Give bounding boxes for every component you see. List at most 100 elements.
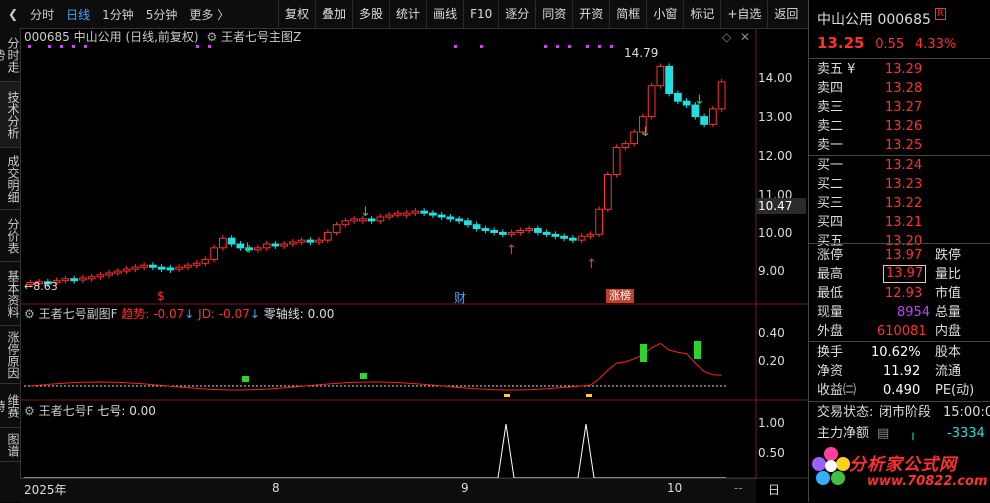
tick-button[interactable]: 逐分	[498, 0, 535, 28]
stat-row-low: 最低 12.93 市值	[809, 284, 990, 303]
signal-dot	[72, 45, 75, 48]
sub2-name[interactable]: 王者七号F	[39, 404, 94, 418]
signal-arrow: ↑	[506, 243, 517, 258]
ask-row-3: 卖三 13.27	[809, 98, 990, 117]
stat-label: 最低	[817, 286, 844, 301]
bid-price: 13.21	[885, 215, 923, 230]
statistics-button[interactable]: 统计	[389, 0, 426, 28]
signal-bar	[586, 394, 592, 397]
candle	[324, 231, 332, 241]
return-button[interactable]: 返回	[767, 0, 804, 28]
vtab-trades[interactable]: 成交明细	[0, 148, 20, 210]
list-icon[interactable]: ▤	[877, 424, 889, 443]
candle	[157, 266, 166, 270]
vtab-intraday[interactable]: 分时走势	[0, 28, 20, 82]
y-label-13: 13.00	[758, 110, 793, 124]
ask-label: 卖五 ¥	[817, 62, 856, 77]
candle	[149, 264, 157, 268]
tab-5min[interactable]: 5分钟	[140, 6, 184, 23]
settings-icon[interactable]: ⚙	[206, 30, 217, 44]
y-label-10: 10.00	[758, 226, 793, 240]
left-vertical-tabs: 分时走势 技术分析 成交明细 分价表 基本资料 涨停原因 维赛特 图谱	[0, 28, 21, 502]
simple-frame-button[interactable]: 简框	[609, 0, 646, 28]
tab-daily[interactable]: 日线	[60, 6, 96, 23]
candle	[542, 231, 551, 235]
main-indicator-name[interactable]: 王者七号主图Z	[221, 30, 301, 44]
mark-button[interactable]: 标记	[683, 0, 720, 28]
stat-value: 610081	[877, 324, 927, 339]
candle	[647, 85, 656, 118]
sub1-settings-icon[interactable]: ⚙	[24, 307, 35, 321]
back-icon[interactable]: ❮	[0, 7, 24, 21]
vtab-graph[interactable]: 图谱	[0, 428, 20, 462]
vtab-fundamentals[interactable]: 基本资料	[0, 262, 20, 326]
multi-stock-button[interactable]: 多股	[352, 0, 389, 28]
period-switch: ❮ 分时 日线 1分钟 5分钟 更多 〉	[0, 0, 235, 28]
candle	[96, 274, 105, 278]
candle	[297, 239, 306, 243]
small-window-button[interactable]: 小窗	[646, 0, 683, 28]
divider	[809, 58, 990, 59]
sub1-name[interactable]: 王者七号副图F	[39, 307, 118, 321]
ask-row-5: 卖五 ¥ 13.29	[809, 60, 990, 79]
signal-dot	[610, 45, 613, 48]
candle	[595, 208, 603, 235]
quote-stock-code: 000685	[877, 12, 931, 28]
x-more-icon[interactable]: --	[734, 481, 743, 495]
signal-bar	[694, 341, 701, 359]
signal-dot	[480, 45, 483, 48]
candle	[560, 235, 568, 239]
f10-button[interactable]: F10	[463, 0, 498, 28]
trade-time: 15:00:0	[943, 405, 990, 420]
signal-dot	[454, 45, 457, 48]
finance-marker[interactable]: 财	[454, 289, 466, 306]
open-capital-button[interactable]: 开资	[572, 0, 609, 28]
ask-row-2: 卖二 13.26	[809, 117, 990, 136]
limit-list-marker[interactable]: 涨榜	[606, 289, 634, 303]
signal-bar	[360, 373, 367, 379]
signal-dot	[60, 45, 63, 48]
vtab-limit-reason[interactable]: 涨停原因	[0, 326, 20, 384]
overlay-button[interactable]: 叠加	[315, 0, 352, 28]
draw-line-button[interactable]: 画线	[426, 0, 463, 28]
stat-row-volume: 现量 8954 总量	[809, 303, 990, 322]
vtab-weisaite[interactable]: 维赛特	[0, 384, 20, 428]
candle	[289, 241, 297, 245]
ask-price: 13.25	[885, 138, 923, 153]
signal-arrow: ↓	[242, 241, 253, 256]
candle	[490, 229, 498, 233]
stat2-label: 换手	[817, 345, 844, 360]
candle	[604, 174, 612, 210]
flower-logo-icon	[811, 446, 851, 486]
stat2-value: 10.62%	[871, 345, 921, 360]
candle	[122, 268, 131, 272]
sub1-y-020: 0.20	[758, 354, 785, 368]
sub2-settings-icon[interactable]: ⚙	[24, 404, 35, 418]
stat2-row-turnover: 换手 10.62% 股本	[809, 343, 990, 362]
adjust-button[interactable]: 复权	[278, 0, 315, 28]
close-icon[interactable]: ✕	[740, 30, 750, 44]
candle	[350, 218, 358, 222]
signal-arrow: ↑	[586, 257, 597, 272]
dividend-marker[interactable]: $	[157, 289, 165, 303]
same-capital-button[interactable]: 同资	[535, 0, 572, 28]
signal-bar	[242, 376, 249, 382]
kline-chart[interactable]: ↑ ↑ ↓ ↓ ↓ ↓	[20, 28, 808, 502]
diamond-icon[interactable]: ◇	[722, 30, 731, 44]
candle	[210, 247, 218, 260]
tab-1min[interactable]: 1分钟	[96, 6, 140, 23]
signal-arrow: ↓	[640, 125, 651, 140]
period-day-label[interactable]: 日	[768, 481, 780, 498]
sub1-title: ⚙ 王者七号副图F 趋势: -0.07↓ JD: -0.07↓ 零轴线: 0.0…	[24, 305, 334, 322]
bid-price: 13.23	[885, 177, 923, 192]
current-price-tag: 10.47	[756, 198, 806, 214]
candle	[131, 266, 140, 270]
tab-more[interactable]: 更多 〉	[183, 6, 235, 23]
tab-intraday[interactable]: 分时	[24, 6, 60, 23]
bid-label: 买一	[817, 158, 844, 173]
add-watchlist-button[interactable]: +自选	[720, 0, 767, 28]
trade-status-label: 交易状态:	[817, 405, 874, 420]
vtab-price-table[interactable]: 分价表	[0, 210, 20, 262]
stat-label2: 市值	[935, 286, 962, 301]
vtab-technical[interactable]: 技术分析	[0, 82, 20, 148]
